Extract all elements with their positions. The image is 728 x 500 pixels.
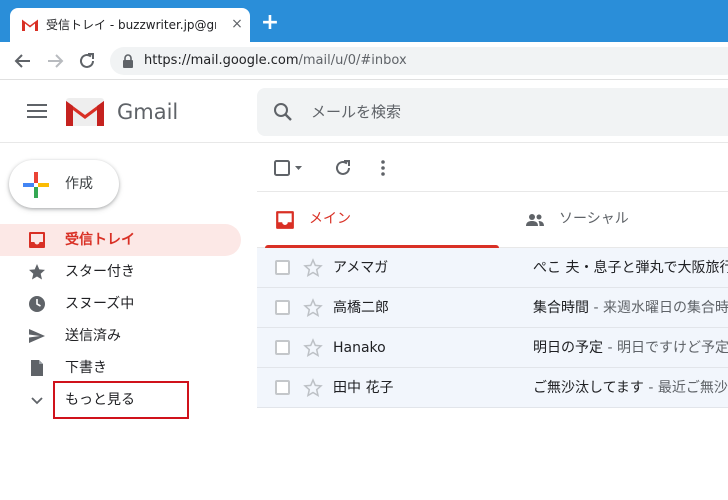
row-checkbox[interactable]	[275, 340, 290, 355]
mail-sender: 高橋二郎	[333, 300, 389, 316]
refresh-icon[interactable]	[333, 158, 353, 178]
sidebar-item-label: 送信済み	[65, 328, 121, 344]
mail-sender: アメマガ	[333, 260, 389, 276]
tab-title: 受信トレイ - buzzwriter.jp@gmail.com	[46, 18, 216, 32]
mail-row[interactable]: Hanako 明日の予定 - 明日ですけど予定	[257, 328, 728, 368]
search-icon[interactable]	[273, 102, 293, 122]
url-path: /mail/u/0/#inbox	[298, 53, 407, 68]
back-arrow-icon[interactable]	[12, 50, 34, 72]
sidebar-item-inbox[interactable]: 受信トレイ	[0, 224, 241, 256]
compose-plus-icon	[23, 172, 49, 198]
more-highlight-box	[53, 381, 189, 419]
people-icon	[526, 214, 544, 226]
lock-icon	[123, 54, 133, 68]
tab-label: メイン	[309, 211, 351, 227]
browser-toolbar: https://mail.google.com/mail/u/0/#inbox	[0, 42, 728, 80]
star-outline-icon[interactable]	[303, 338, 323, 358]
sidebar-item-label: 下書き	[65, 360, 107, 376]
sidebar-item-label: スター付き	[65, 264, 135, 280]
tab-social[interactable]: ソーシャル	[507, 192, 728, 248]
subject-text: 明日の予定	[533, 340, 603, 356]
address-bar[interactable]: https://mail.google.com/mail/u/0/#inbox	[110, 47, 728, 75]
inbox-icon	[276, 211, 294, 229]
mail-subject: ぺこ 夫・息子と弾丸で大阪旅行	[533, 258, 728, 278]
clock-icon	[29, 296, 45, 312]
mail-subject: 集合時間 - 来週水曜日の集合時間	[533, 298, 728, 318]
row-checkbox[interactable]	[275, 380, 290, 395]
sidebar-item-sent[interactable]: 送信済み	[0, 320, 241, 352]
close-tab-icon[interactable]: ×	[228, 15, 246, 33]
gmail-brand-text: Gmail	[117, 100, 179, 124]
mail-subject: 明日の予定 - 明日ですけど予定	[533, 338, 728, 358]
row-checkbox[interactable]	[275, 300, 290, 315]
forward-arrow-icon[interactable]	[44, 50, 66, 72]
mail-subject: ご無沙汰してます - 最近ご無沙汰	[533, 378, 728, 398]
snippet-text: - 来週水曜日の集合時間	[589, 300, 728, 316]
more-options-icon[interactable]	[373, 158, 393, 178]
snippet-text: - 明日ですけど予定	[603, 340, 728, 356]
gmail-logo-icon[interactable]	[66, 98, 104, 126]
snippet-text: - 最近ご無沙汰	[648, 380, 728, 396]
search-bar[interactable]	[257, 88, 728, 136]
mail-row[interactable]: アメマガ ぺこ 夫・息子と弾丸で大阪旅行	[257, 248, 728, 288]
star-outline-icon[interactable]	[303, 378, 323, 398]
send-icon	[29, 329, 45, 343]
row-checkbox[interactable]	[275, 260, 290, 275]
inbox-icon	[29, 232, 45, 248]
mail-toolbar	[257, 144, 728, 192]
mail-row[interactable]: 田中 花子 ご無沙汰してます - 最近ご無沙汰	[257, 368, 728, 408]
sidebar-item-drafts[interactable]: 下書き	[0, 352, 241, 384]
url-host: https://mail.google.com	[144, 53, 299, 68]
gmail-favicon-icon	[22, 19, 38, 31]
sidebar-item-label: 受信トレイ	[65, 232, 135, 248]
star-icon	[29, 264, 45, 280]
search-input[interactable]	[311, 100, 711, 124]
mail-row[interactable]: 高橋二郎 集合時間 - 来週水曜日の集合時間	[257, 288, 728, 328]
star-outline-icon[interactable]	[303, 298, 323, 318]
browser-tab-strip: 受信トレイ - buzzwriter.jp@gmail.com × +	[0, 0, 728, 42]
select-all-checkbox[interactable]	[273, 158, 305, 178]
compose-button[interactable]: 作成	[9, 160, 119, 208]
reload-icon[interactable]	[76, 50, 98, 72]
star-outline-icon[interactable]	[303, 258, 323, 278]
gmail-header: Gmail	[0, 81, 728, 143]
subject-text: ぺこ 夫・息子と弾丸で大阪旅行	[533, 260, 728, 276]
new-tab-button[interactable]: +	[260, 12, 280, 34]
main-menu-icon[interactable]	[27, 103, 47, 119]
sidebar-item-snoozed[interactable]: スヌーズ中	[0, 288, 241, 320]
compose-label: 作成	[65, 176, 93, 192]
tab-primary[interactable]: メイン	[257, 192, 507, 248]
subject-text: ご無沙汰してます	[533, 380, 644, 396]
category-tabs: メイン ソーシャル	[257, 192, 728, 248]
browser-tab[interactable]: 受信トレイ - buzzwriter.jp@gmail.com ×	[10, 8, 250, 42]
sidebar-item-starred[interactable]: スター付き	[0, 256, 241, 288]
tab-label: ソーシャル	[559, 211, 629, 227]
chevron-down-icon	[31, 397, 43, 405]
mail-sender: Hanako	[333, 340, 386, 356]
url-text[interactable]: https://mail.google.com/mail/u/0/#inbox	[144, 52, 407, 70]
draft-icon	[31, 360, 43, 376]
subject-text: 集合時間	[533, 300, 589, 316]
sidebar-item-label: スヌーズ中	[65, 296, 135, 312]
mail-sender: 田中 花子	[333, 380, 394, 396]
